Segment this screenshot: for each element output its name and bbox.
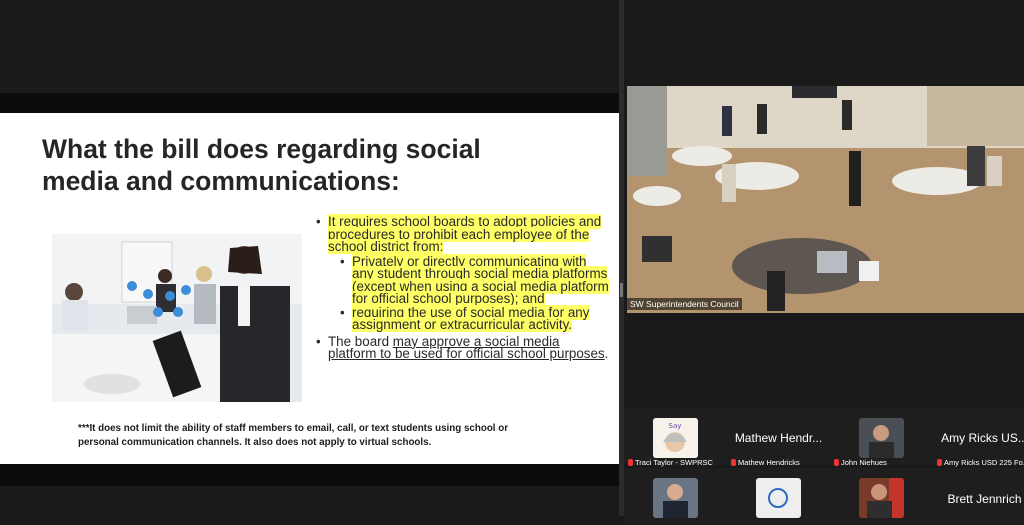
participant-gallery: Say Traci Taylor - SWPRSC Mathew Hendr..… xyxy=(624,408,1024,525)
participant-tile[interactable]: John Niehues xyxy=(830,408,933,467)
slide-title-line1: What the bill does regarding social xyxy=(42,134,481,164)
presentation-slide: What the bill does regarding social medi… xyxy=(0,113,619,464)
participant-tile[interactable]: Mathew Hendr... Mathew Hendricks xyxy=(727,408,830,467)
muted-mic-icon xyxy=(731,459,736,466)
divider-handle[interactable] xyxy=(620,283,623,297)
slide-photo xyxy=(52,234,302,402)
slide-title-line2: media and communications: xyxy=(42,166,400,196)
active-speaker-video[interactable]: SW Superintendents Council xyxy=(627,86,1024,313)
photo-avatar xyxy=(859,478,904,518)
footnote-line2: personal communication channels. It also… xyxy=(78,437,432,448)
shared-screen: What the bill does regarding social medi… xyxy=(0,0,619,516)
slide-bullets: It requires school boards to adopt polic… xyxy=(316,214,611,361)
bullet-text-end: . xyxy=(604,346,609,361)
sub-bullet-text: Privately or directly communicating with… xyxy=(352,253,609,306)
bullet-item: It requires school boards to adopt polic… xyxy=(316,214,611,332)
sticker-avatar: Say xyxy=(653,418,698,458)
sub-bullet-item: requiring the use of social media for an… xyxy=(340,304,611,332)
bullet-item: The board may approve a social media pla… xyxy=(316,334,611,361)
participant-name-display: Amy Ricks US... xyxy=(941,431,1024,445)
slide-footnote: ***It does not limit the ability of staf… xyxy=(78,422,598,450)
participant-caption: Amy Ricks USD 225 Fo... xyxy=(937,458,1024,467)
muted-mic-icon xyxy=(628,459,633,466)
logo-avatar xyxy=(756,478,801,518)
participant-tile[interactable]: Say Traci Taylor - SWPRSC xyxy=(624,408,727,467)
svg-text:Say: Say xyxy=(669,422,682,430)
participant-caption: John Niehues xyxy=(834,458,887,467)
photo-avatar xyxy=(859,418,904,458)
participant-tile[interactable] xyxy=(727,468,830,525)
participant-tile[interactable] xyxy=(624,468,727,525)
footnote-line1: ***It does not limit the ability of staf… xyxy=(78,423,509,434)
muted-mic-icon xyxy=(834,459,839,466)
slide-title: What the bill does regarding social medi… xyxy=(42,133,582,197)
photo-avatar xyxy=(653,478,698,518)
participant-name-display: Brett Jennrich xyxy=(947,492,1022,506)
letterbox-bottom xyxy=(0,464,619,486)
participant-caption: Mathew Hendricks xyxy=(731,458,800,467)
participant-tile[interactable]: Amy Ricks US... Amy Ricks USD 225 Fo... xyxy=(933,408,1024,467)
participant-caption: Traci Taylor - SWPRSC xyxy=(628,458,713,467)
bullet-text: It requires school boards to adopt polic… xyxy=(328,214,602,254)
video-name-label: SW Superintendents Council xyxy=(627,298,742,310)
muted-mic-icon xyxy=(937,459,942,466)
participant-tile[interactable] xyxy=(830,468,933,525)
participant-tile[interactable]: Brett Jennrich xyxy=(933,468,1024,525)
participant-name-display: Mathew Hendr... xyxy=(734,431,823,445)
letterbox-top xyxy=(0,93,619,113)
sub-bullet-item: Privately or directly communicating with… xyxy=(340,253,611,306)
sub-bullet-text: requiring the use of social media for an… xyxy=(352,304,590,332)
